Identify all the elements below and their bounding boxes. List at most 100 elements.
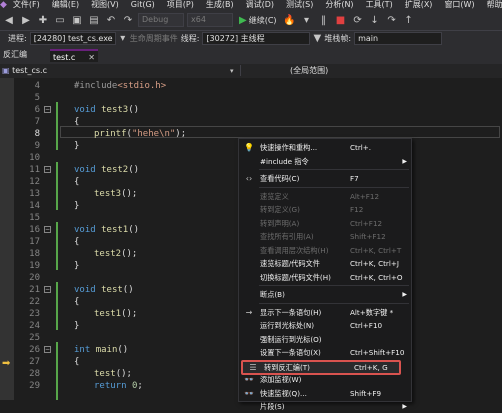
context-menu-item[interactable]: 👓 快速监视(Q)... Shift+F9 <box>239 387 411 400</box>
menu-item[interactable]: 测试(S) <box>280 0 319 10</box>
tab-test-c[interactable]: test.c ✕ <box>50 49 98 62</box>
menu-item[interactable]: 调试(D) <box>240 0 280 10</box>
code-text: { <box>74 177 80 187</box>
context-menu-item[interactable]: 查找所有引用(A) Shift+F12 <box>239 230 411 243</box>
code-text: void test3() <box>74 105 140 115</box>
context-menu-item[interactable]: 转到定义(G) F12 <box>239 203 411 216</box>
menu-item-shortcut: Ctrl+F10 <box>350 321 383 330</box>
menu-item[interactable]: 文件(F) <box>7 0 46 10</box>
submenu-arrow-icon: ▶ <box>402 291 407 298</box>
menu-item[interactable]: 工具(T) <box>360 0 399 10</box>
open-folder-icon[interactable]: ▭ <box>53 13 67 27</box>
platform-select[interactable]: x64 <box>187 13 233 27</box>
code-text: #include<stdio.h> <box>74 81 167 91</box>
restart-icon[interactable]: ⟳ <box>351 13 365 27</box>
menu-item[interactable]: 分析(N) <box>319 0 359 10</box>
menu-item-label: 片段(S) <box>260 402 285 411</box>
lifecycle-events-icon[interactable]: ▾ <box>119 32 127 46</box>
context-menu-item[interactable]: 片段(S) ▶ <box>239 400 411 413</box>
context-menu-item[interactable]: 速览标题/代码文件 Ctrl+K, Ctrl+J <box>239 257 411 270</box>
thread-label: 线程: <box>180 34 200 43</box>
context-menu-item[interactable]: ‹› 查看代码(C) F7 <box>239 172 411 185</box>
code-line[interactable]: 6− void test3() <box>0 104 502 116</box>
menu-item-shortcut: Alt+F12 <box>350 191 380 201</box>
context-menu-item[interactable]: 转到声明(A) Ctrl+F12 <box>239 217 411 230</box>
thread-select[interactable]: [30272] 主线程 <box>202 32 311 45</box>
menu-item[interactable]: 项目(P) <box>161 0 200 10</box>
collapse-icon[interactable]: − <box>44 226 51 233</box>
menu-item-shortcut: Shift+F9 <box>350 388 382 398</box>
line-number: 25 <box>29 333 40 343</box>
chevron-down-icon[interactable]: ▾ <box>230 64 234 78</box>
menu-item-label: 快速监视(Q)... <box>260 388 307 398</box>
forward-icon[interactable]: ▶ <box>19 13 33 27</box>
scope-select[interactable]: (全局范围) <box>290 64 328 78</box>
filter-icon[interactable]: ▼ <box>313 32 322 46</box>
collapse-icon[interactable]: − <box>44 166 51 173</box>
tab-disassembly[interactable]: 反汇编 <box>0 46 49 64</box>
context-menu-item[interactable]: 强制运行到光标(O) <box>239 333 411 346</box>
code-line[interactable]: 4 #include<stdio.h> <box>0 80 502 92</box>
code-text: { <box>74 117 80 127</box>
menu-item[interactable]: 扩展(X) <box>399 0 439 10</box>
menu-item-label: 查找所有引用(A) <box>260 232 314 241</box>
step-over-icon[interactable]: ↷ <box>385 13 399 27</box>
menu-item-label: 速览标题/代码文件 <box>260 259 320 268</box>
undo-icon[interactable]: ↶ <box>104 13 118 27</box>
code-line[interactable]: 7{ <box>0 116 502 128</box>
menu-item[interactable]: 帮助(H) <box>481 0 502 10</box>
menu-item-label: 显示下一条语句(H) <box>260 307 322 317</box>
project-label: test_cs.c <box>12 66 47 75</box>
process-select[interactable]: [24280] test_cs.exe <box>29 32 116 45</box>
configuration-select[interactable]: Debug <box>138 13 184 27</box>
context-menu-item[interactable]: 断点(B) ▶ <box>239 288 411 301</box>
context-menu-item[interactable]: → 显示下一条语句(H) Alt+数字键 * <box>239 306 411 319</box>
collapse-icon[interactable]: − <box>44 106 51 113</box>
stackframe-select[interactable]: main <box>354 32 443 45</box>
menu-item[interactable]: 生成(B) <box>200 0 240 10</box>
dropdown-icon[interactable]: ▾ <box>300 13 314 27</box>
pause-icon[interactable]: ‖ <box>317 13 331 27</box>
code-line[interactable]: 5 <box>0 92 502 104</box>
line-number: 11 <box>29 165 40 175</box>
code-text: test3(); <box>94 189 138 199</box>
context-menu-item[interactable]: 运行到光标处(N) Ctrl+F10 <box>239 319 411 332</box>
context-menu-item[interactable]: #include 指令 ▶ <box>239 155 411 168</box>
line-number: 9 <box>34 141 40 151</box>
context-menu-item[interactable]: 设置下一条语句(X) Ctrl+Shift+F10 <box>239 346 411 359</box>
line-number: 15 <box>29 213 40 223</box>
close-icon[interactable]: ✕ <box>88 51 95 64</box>
line-number: 7 <box>34 117 40 127</box>
redo-icon[interactable]: ↷ <box>121 13 135 27</box>
menu-item-label: 转到反汇编(T) <box>264 362 310 372</box>
context-menu-item[interactable]: 速览定义 Alt+F12 <box>239 190 411 203</box>
play-icon: ▶ <box>239 14 247 26</box>
back-icon[interactable]: ◀ <box>2 13 16 27</box>
new-item-icon[interactable]: ✚ <box>36 13 50 27</box>
menu-item[interactable]: 窗口(W) <box>438 0 480 10</box>
lifecycle-events-label[interactable]: 生命周期事件 <box>130 33 178 44</box>
stop-icon[interactable]: ■ <box>334 13 348 27</box>
menu-item[interactable]: Git(G) <box>125 0 161 10</box>
context-menu-item[interactable]: 查看调用层次结构(H) Ctrl+K, Ctrl+T <box>239 244 411 257</box>
code-text: { <box>74 237 80 247</box>
context-menu-item[interactable]: 👓 添加监视(W) <box>239 373 411 386</box>
line-number: 29 <box>29 381 40 391</box>
code-text: int main() <box>74 345 129 355</box>
save-all-icon[interactable]: ▤ <box>87 13 101 27</box>
menu-item[interactable]: 视图(V) <box>85 0 125 10</box>
menubar: ◆ 文件(F) 编辑(E) 视图(V) Git(G) 项目(P) 生成(B) 调试(D) 测试… <box>0 0 502 10</box>
step-out-icon[interactable]: ↑ <box>402 13 416 27</box>
menu-item-shortcut: Ctrl+K, Ctrl+J <box>350 259 400 268</box>
context-menu-item[interactable]: 切换标题/代码文件(H) Ctrl+K, Ctrl+O <box>239 271 411 284</box>
continue-button[interactable]: ▶ 继续(C) <box>236 13 280 27</box>
code-text: void test() <box>74 285 134 295</box>
save-icon[interactable]: ▣ <box>70 13 84 27</box>
hot-reload-icon[interactable]: 🔥 <box>283 13 297 27</box>
step-into-icon[interactable]: ↓ <box>368 13 382 27</box>
collapse-icon[interactable]: − <box>44 286 51 293</box>
collapse-icon[interactable]: − <box>44 346 51 353</box>
menu-item[interactable]: 编辑(E) <box>46 0 85 10</box>
context-menu-item[interactable]: 💡 快速操作和重构... Ctrl+. <box>239 141 411 154</box>
menu-separator <box>259 302 409 304</box>
